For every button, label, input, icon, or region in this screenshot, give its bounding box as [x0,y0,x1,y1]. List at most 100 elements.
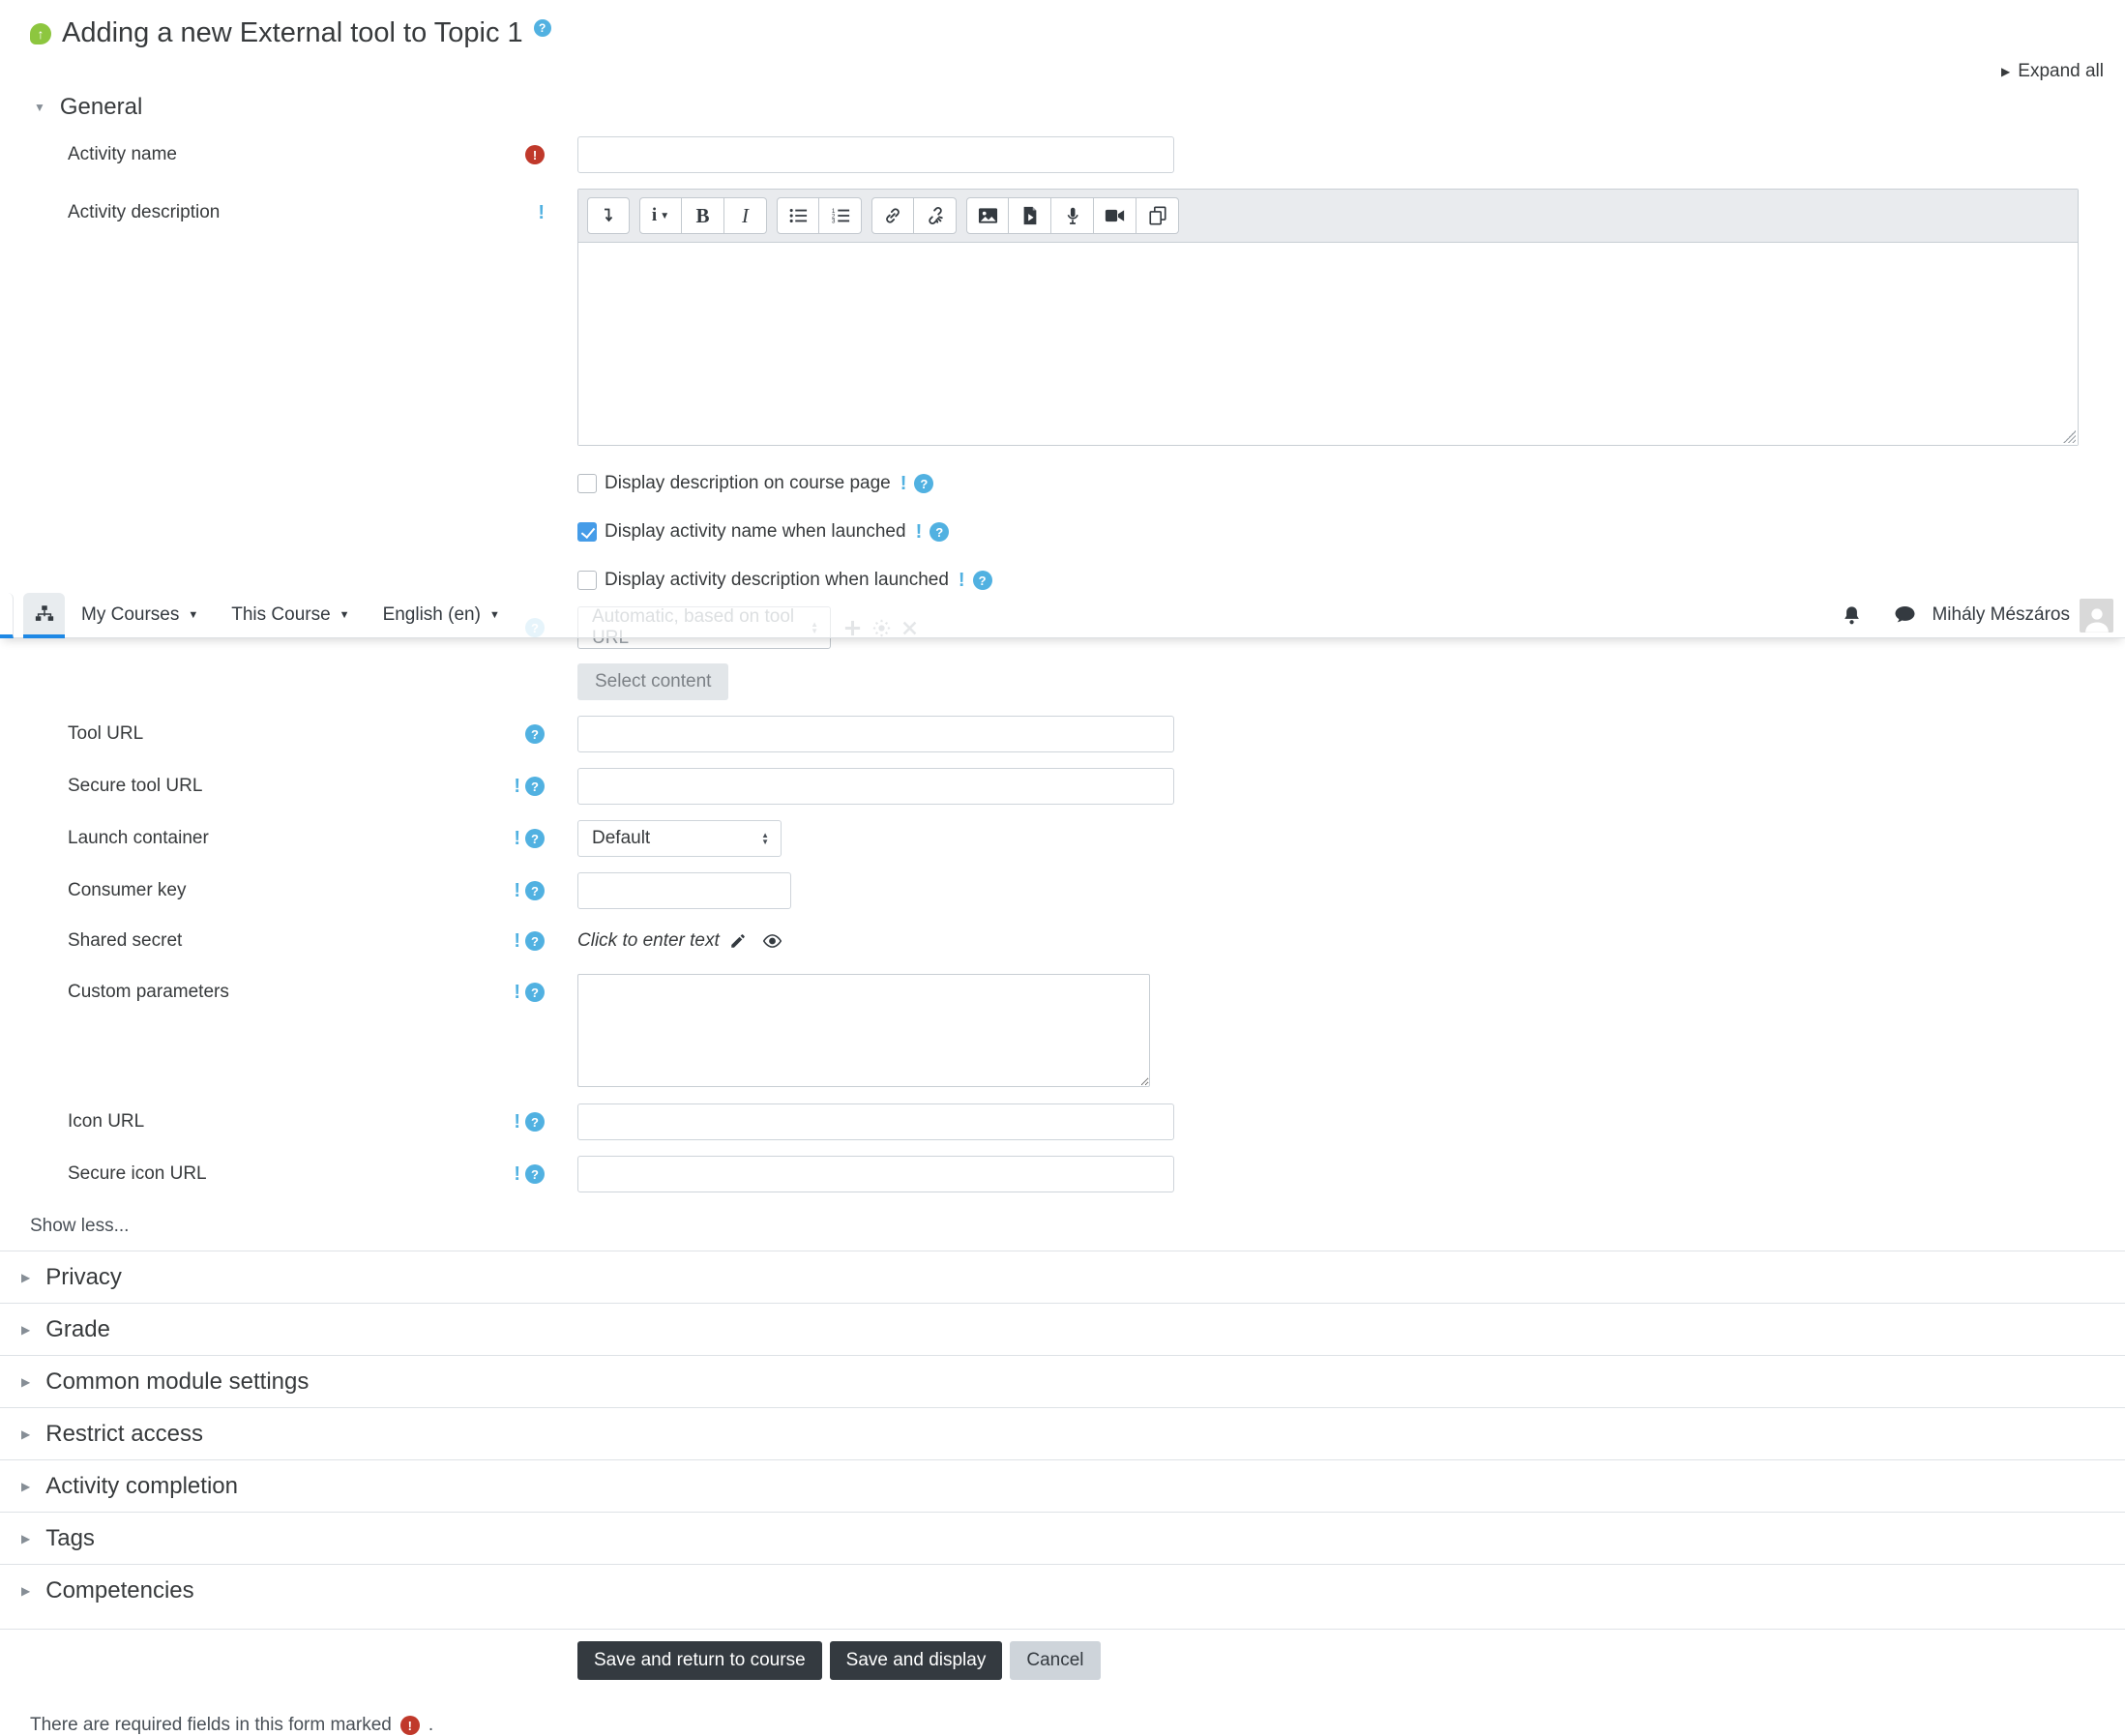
paragraph-styles-icon[interactable]: i ▼ [639,197,682,234]
custom-parameters-label: Custom parameters [68,982,229,1002]
section-common-module-settings[interactable]: ▶ Common module settings [0,1355,2125,1407]
required-icon: ! [525,145,545,164]
section-privacy[interactable]: ▶ Privacy [0,1251,2125,1303]
row-activity-name: Activity name ! [0,136,2125,173]
checkbox-label: Display activity name when launched [605,521,906,542]
navbar-right: Mihály Mészáros [1810,598,2125,633]
record-audio-icon[interactable] [1051,197,1094,234]
launch-container-label: Launch container [68,828,209,848]
user-name[interactable]: Mihály Mészáros [1932,604,2070,626]
chat-icon[interactable] [1894,605,1916,625]
manage-files-icon[interactable] [1136,197,1179,234]
advanced-icon[interactable]: ! [900,474,907,493]
select-arrows-icon: ▲▼ [761,831,769,846]
description-editor-area[interactable] [578,243,2078,445]
section-general-header[interactable]: ▼ General [34,94,2125,121]
help-icon[interactable]: ? [930,522,950,542]
secure-tool-url-input[interactable] [577,768,1174,805]
tool-url-input[interactable] [577,716,1174,752]
help-icon[interactable]: ? [525,881,545,900]
avatar[interactable] [2080,598,2113,633]
nav-menu-language[interactable]: English (en) ▼ [367,604,516,626]
eye-icon[interactable] [762,932,782,950]
custom-parameters-textarea[interactable] [577,974,1150,1087]
chevron-down-icon: ▼ [488,609,500,621]
italic-icon[interactable]: I [724,197,767,234]
unlink-icon[interactable] [914,197,957,234]
show-less-link[interactable]: Show less... [30,1216,2125,1237]
collapsed-sections: ▶ Privacy ▶ Grade ▶ Common module settin… [0,1251,2125,1616]
checkbox-row-display-activity-name: Display activity name when launched ! ? [577,521,2125,543]
cancel-button[interactable]: Cancel [1010,1641,1101,1680]
advanced-icon[interactable]: ! [514,1112,520,1132]
save-and-return-button[interactable]: Save and return to course [577,1641,822,1680]
sitemap-icon [35,604,53,621]
consumer-key-input[interactable] [577,872,791,909]
row-secure-icon-url: Secure icon URL !? [0,1156,2125,1192]
help-icon[interactable]: ? [525,777,545,796]
expand-all-link[interactable]: ▶ Expand all [0,61,2104,82]
advanced-icon[interactable]: ! [514,829,520,848]
ordered-list-icon[interactable]: 123 [819,197,862,234]
insert-media-icon[interactable] [1009,197,1051,234]
secure-icon-url-input[interactable] [577,1156,1174,1192]
bell-icon[interactable] [1842,605,1862,626]
help-icon[interactable]: ? [914,474,934,493]
save-and-display-button[interactable]: Save and display [829,1641,1003,1680]
select-content-button[interactable]: Select content [577,663,729,700]
checkbox-row-display-description: Display description on course page ! ? [577,473,2125,494]
help-icon[interactable]: ? [525,1164,545,1184]
caret-right-icon: ▶ [21,1532,31,1545]
record-video-icon[interactable] [1094,197,1136,234]
nav-menu-this-course[interactable]: This Course ▼ [215,604,366,626]
nav-tab-partial[interactable] [0,592,14,638]
title-help-icon[interactable]: ? [533,19,551,37]
bold-icon[interactable]: B [682,197,724,234]
page: ↑ Adding a new External tool to Topic 1 … [0,17,2125,1736]
display-activity-description-checkbox[interactable] [577,571,597,590]
nav-menu-my-courses[interactable]: My Courses ▼ [65,604,215,626]
advanced-icon[interactable]: ! [538,203,545,222]
caret-right-icon: ▶ [21,1480,31,1493]
section-grade[interactable]: ▶ Grade [0,1303,2125,1355]
help-icon[interactable]: ? [525,931,545,951]
help-icon[interactable]: ? [525,983,545,1002]
advanced-icon[interactable]: ! [959,571,965,590]
help-icon[interactable]: ? [525,829,545,848]
icon-url-input[interactable] [577,1103,1174,1140]
section-tags[interactable]: ▶ Tags [0,1512,2125,1564]
nav-tab-sitemap[interactable] [23,592,65,638]
link-icon[interactable] [871,197,914,234]
advanced-icon[interactable]: ! [514,881,520,900]
required-fields-note: There are required fields in this form m… [30,1715,434,1735]
help-icon[interactable]: ? [525,724,545,744]
advanced-icon[interactable]: ! [916,522,923,542]
display-activity-name-checkbox[interactable] [577,522,597,542]
launch-container-select[interactable]: Default ▲ ▼ [577,820,782,857]
resize-grip-icon[interactable] [2063,430,2076,443]
tool-url-label: Tool URL [68,723,144,744]
insert-image-icon[interactable] [966,197,1009,234]
advanced-icon[interactable]: ! [514,777,520,796]
row-custom-parameters: Custom parameters !? [0,974,2125,1087]
collapse-toolbar-icon[interactable] [587,197,630,234]
pencil-icon[interactable] [729,932,747,950]
svg-text:3: 3 [831,219,835,225]
help-icon[interactable]: ? [972,571,992,590]
section-activity-completion[interactable]: ▶ Activity completion [0,1459,2125,1512]
checkbox-label: Display description on course page [605,473,891,493]
advanced-icon[interactable]: ! [514,1164,520,1184]
advanced-icon[interactable]: ! [514,931,520,951]
secure-icon-url-label: Secure icon URL [68,1163,207,1184]
section-competencies[interactable]: ▶ Competencies [0,1564,2125,1616]
activity-name-input[interactable] [577,136,1174,173]
caret-right-icon: ▶ [21,1375,31,1389]
shared-secret-inplace-editable[interactable]: Click to enter text [577,930,782,952]
unordered-list-icon[interactable] [777,197,819,234]
shared-secret-placeholder[interactable]: Click to enter text [577,930,720,952]
display-description-checkbox[interactable] [577,474,597,493]
row-secure-tool-url: Secure tool URL !? [0,768,2125,805]
help-icon[interactable]: ? [525,1112,545,1132]
advanced-icon[interactable]: ! [514,983,520,1002]
section-restrict-access[interactable]: ▶ Restrict access [0,1407,2125,1459]
